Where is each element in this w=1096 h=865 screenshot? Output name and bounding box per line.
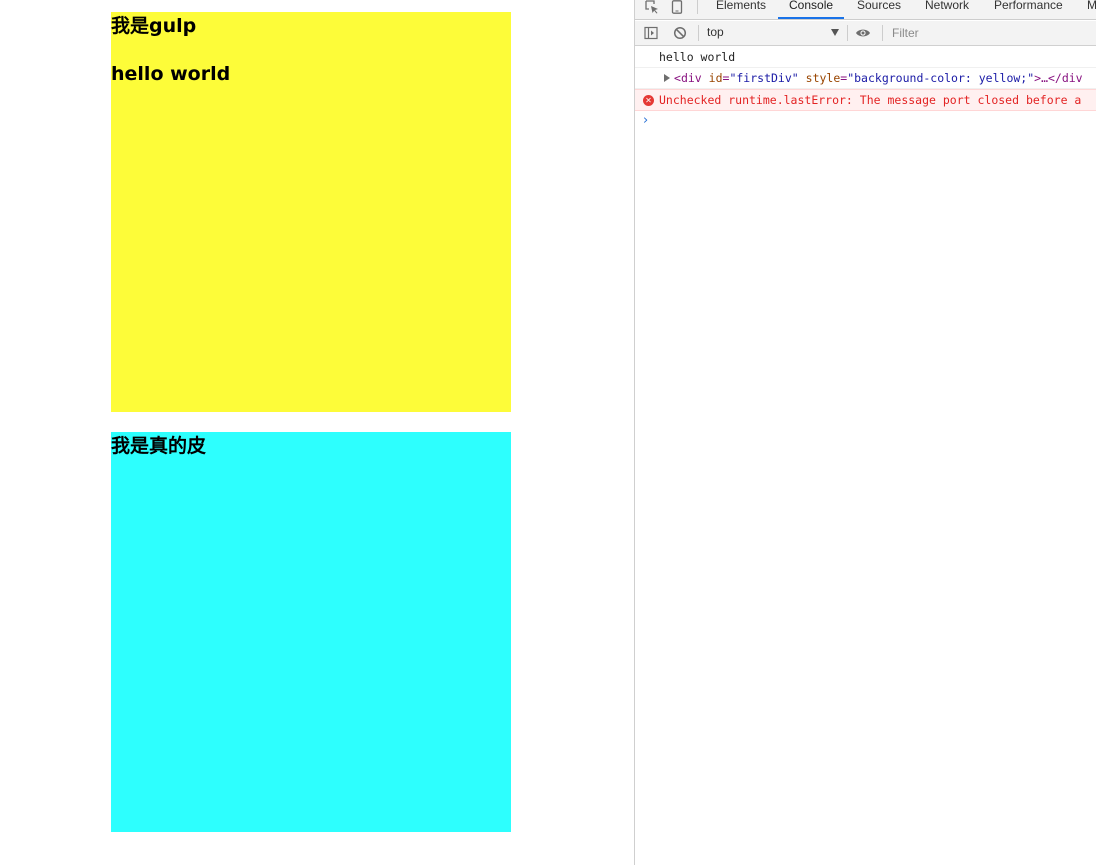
context-selector[interactable]: top (703, 24, 841, 42)
console-log-message: hello world (635, 47, 1096, 68)
toolbar-separator (882, 25, 883, 41)
error-icon: ✕ (643, 95, 654, 106)
console-toolbar: top (635, 21, 1096, 46)
toolbar-separator (847, 25, 848, 41)
clear-console-icon[interactable] (672, 25, 688, 41)
device-toolbar-icon[interactable] (671, 0, 683, 14)
console-error-message: ✕ Unchecked runtime.lastError: The messa… (635, 89, 1096, 111)
log-text: hello world (659, 50, 736, 64)
context-selector-label: top (707, 25, 724, 39)
console-prompt[interactable]: › (635, 111, 1096, 131)
console-messages: hello world <div id="firstDiv" style="ba… (635, 47, 1096, 131)
live-expression-eye-icon[interactable] (855, 25, 871, 41)
filter-input[interactable] (889, 24, 1095, 42)
toolbar-separator (698, 25, 699, 41)
cyan-div: 我是真的皮 (111, 432, 511, 832)
tab-more[interactable]: M (1087, 0, 1096, 19)
tab-performance[interactable]: Performance (994, 0, 1063, 19)
tab-elements[interactable]: Elements (716, 0, 766, 19)
error-text: Unchecked runtime.lastError: The message… (659, 93, 1082, 107)
tab-separator (697, 0, 698, 14)
expand-triangle-icon[interactable] (664, 74, 670, 82)
page-viewport: 我是gulp hello world 我是真的皮 (0, 0, 634, 865)
prompt-chevron-icon: › (643, 113, 649, 128)
tab-sources[interactable]: Sources (857, 0, 901, 19)
devtools-tab-bar: Elements Console Sources Network Perform… (635, 0, 1096, 20)
console-element-message[interactable]: <div id="firstDiv" style="background-col… (635, 68, 1096, 89)
console-input[interactable] (659, 113, 1079, 129)
tab-console[interactable]: Console (778, 0, 845, 19)
element-text: <div id="firstDiv" style="background-col… (674, 71, 1083, 85)
devtools-panel: Elements Console Sources Network Perform… (634, 0, 1096, 865)
console-sidebar-icon[interactable] (643, 25, 659, 41)
caret-down-icon (831, 29, 839, 36)
cyan-div-title: 我是真的皮 (111, 435, 207, 457)
yellow-div-text: hello world (111, 63, 231, 85)
yellow-div-title: 我是gulp (111, 15, 197, 37)
yellow-div: 我是gulp hello world (111, 12, 511, 412)
tab-network[interactable]: Network (925, 0, 969, 19)
inspect-element-icon[interactable] (645, 0, 659, 14)
